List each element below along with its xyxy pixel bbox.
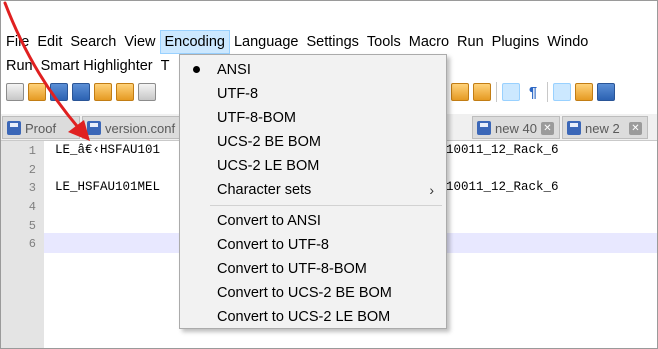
menu-item-ucs2-be-bom[interactable]: UCS-2 BE BOM xyxy=(180,130,446,154)
menu-file[interactable]: File xyxy=(0,30,33,54)
menu-item-convert-ansi[interactable]: Convert to ANSI xyxy=(180,209,446,233)
menu-item-label: UCS-2 BE BOM xyxy=(217,134,321,150)
close-all-icon[interactable] xyxy=(116,83,134,101)
word-wrap-icon[interactable] xyxy=(502,83,520,101)
tab-new-40[interactable]: new 40 ✕ xyxy=(472,116,560,139)
menu-bar-row-2: Run Smart Highlighter T xyxy=(0,55,173,77)
selected-bullet-icon xyxy=(193,66,200,73)
tab-new-2[interactable]: new 2 ✕ xyxy=(562,116,648,139)
code-line-1-end: 10011_12_Rack_6 xyxy=(446,143,559,157)
menu-encoding[interactable]: Encoding xyxy=(159,30,230,54)
menu-item-label: Character sets xyxy=(217,182,312,198)
toolbar-separator xyxy=(547,82,548,102)
menu-window[interactable]: Windo xyxy=(543,30,592,54)
save-all-icon[interactable] xyxy=(72,83,90,101)
menu-settings[interactable]: Settings xyxy=(302,30,362,54)
menu-item-convert-ucs2-le-bom[interactable]: Convert to UCS-2 LE BOM xyxy=(180,305,446,329)
line-number: 2 xyxy=(28,163,36,177)
disk-icon xyxy=(567,121,581,135)
menu-plugins[interactable]: Plugins xyxy=(488,30,544,54)
close-icon[interactable]: ✕ xyxy=(541,122,554,135)
menu-item-label: Convert to UCS-2 BE BOM xyxy=(217,285,392,301)
menu-edit[interactable]: Edit xyxy=(33,30,66,54)
menu-smart-highlighter[interactable]: Smart Highlighter xyxy=(37,55,157,77)
tab-proof[interactable]: Proof xyxy=(2,116,80,139)
menu-run[interactable]: Run xyxy=(453,30,488,54)
menu-item-ansi[interactable]: ANSI xyxy=(180,58,446,82)
menu-item-label: ANSI xyxy=(217,62,251,78)
menu-item-label: UCS-2 LE BOM xyxy=(217,158,320,174)
disk-icon xyxy=(87,121,101,135)
menu-bar: File Edit Search View Encoding Language … xyxy=(0,30,658,54)
tab-version-conf[interactable]: version.conf xyxy=(82,116,180,139)
disk-icon xyxy=(477,121,491,135)
save-icon[interactable] xyxy=(50,83,68,101)
line-number: 4 xyxy=(28,200,36,214)
open-file-icon[interactable] xyxy=(28,83,46,101)
menu-view[interactable]: View xyxy=(120,30,159,54)
close-icon[interactable]: ✕ xyxy=(629,122,642,135)
show-all-characters-icon[interactable]: ¶ xyxy=(524,83,542,101)
code-line-3-end: 10011_12_Rack_6 xyxy=(446,180,559,194)
tab-label: new 2 xyxy=(585,121,620,136)
tab-label: version.conf xyxy=(105,121,176,136)
line-number: 5 xyxy=(28,219,36,233)
tab-label: Proof xyxy=(25,121,57,136)
disk-icon xyxy=(7,121,21,135)
menu-item-label: Convert to UTF-8 xyxy=(217,237,329,253)
function-list-icon[interactable] xyxy=(597,83,615,101)
tab-label: new 40 xyxy=(495,121,537,136)
menu-item-utf8-bom[interactable]: UTF-8-BOM xyxy=(180,106,446,130)
close-file-icon[interactable] xyxy=(94,83,112,101)
menu-item-label: UTF-8-BOM xyxy=(217,110,296,126)
sync-horizontal-icon[interactable] xyxy=(473,83,491,101)
menu-language[interactable]: Language xyxy=(230,30,303,54)
menu-truncated[interactable]: T xyxy=(157,55,174,77)
menu-item-label: Convert to UTF-8-BOM xyxy=(217,261,367,277)
sync-vertical-icon[interactable] xyxy=(451,83,469,101)
new-file-icon[interactable] xyxy=(6,83,24,101)
chevron-right-icon: › xyxy=(429,182,434,198)
menu-item-character-sets[interactable]: Character sets › xyxy=(180,178,446,202)
menu-item-convert-utf8-bom[interactable]: Convert to UTF-8-BOM xyxy=(180,257,446,281)
code-line-1-start: LE_â€‹HSFAU101 xyxy=(55,143,161,157)
menu-macro[interactable]: Macro xyxy=(405,30,453,54)
menu-item-label: Convert to UCS-2 LE BOM xyxy=(217,309,391,325)
line-number: 6 xyxy=(28,237,36,251)
document-map-icon[interactable] xyxy=(575,83,593,101)
menu-item-utf8[interactable]: UTF-8 xyxy=(180,82,446,106)
menu-item-convert-utf8[interactable]: Convert to UTF-8 xyxy=(180,233,446,257)
toolbar-separator xyxy=(496,82,497,102)
menu-search[interactable]: Search xyxy=(66,30,120,54)
menu-tools[interactable]: Tools xyxy=(363,30,405,54)
menu-item-convert-ucs2-be-bom[interactable]: Convert to UCS-2 BE BOM xyxy=(180,281,446,305)
menu-separator xyxy=(210,205,442,206)
encoding-dropdown-menu: ANSI UTF-8 UTF-8-BOM UCS-2 BE BOM UCS-2 … xyxy=(179,54,447,329)
code-line-3-start: LE_HSFAU101MEL xyxy=(55,180,161,194)
print-icon[interactable] xyxy=(138,83,156,101)
menu-item-ucs2-le-bom[interactable]: UCS-2 LE BOM xyxy=(180,154,446,178)
line-number: 3 xyxy=(28,181,36,195)
menu-item-label: Convert to ANSI xyxy=(217,213,321,229)
menu-item-label: UTF-8 xyxy=(217,86,259,102)
indent-guide-icon[interactable] xyxy=(553,83,571,101)
line-number: 1 xyxy=(28,144,36,158)
menu-run-2[interactable]: Run xyxy=(0,55,37,77)
